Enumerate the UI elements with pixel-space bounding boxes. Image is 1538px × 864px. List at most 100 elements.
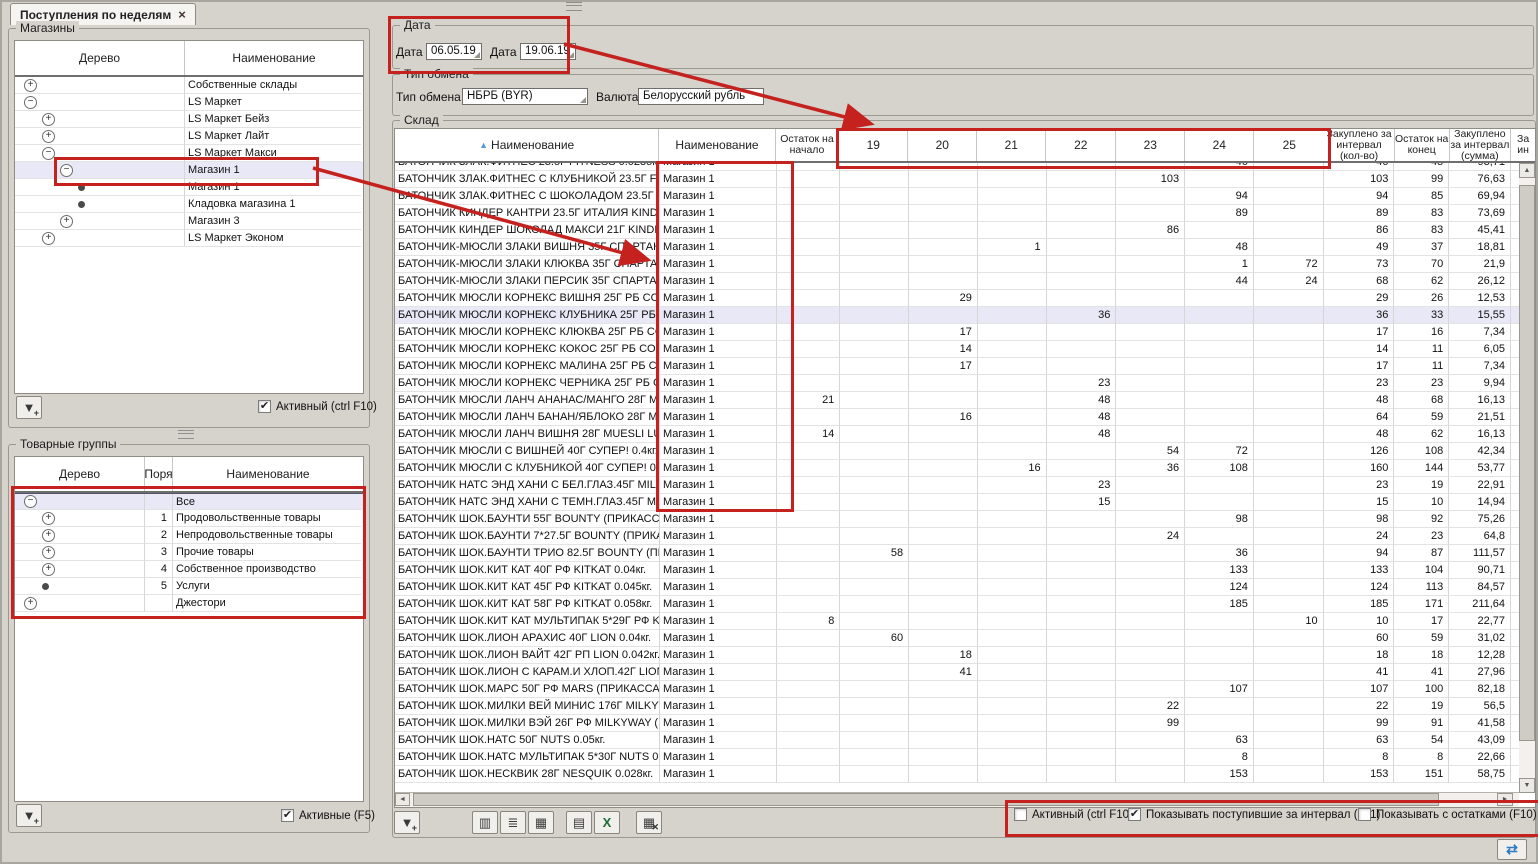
col-header-start-balance[interactable]: Остаток на начало <box>776 129 840 161</box>
group-tree-row[interactable]: +3Прочие товары <box>15 544 363 561</box>
scroll-up-button[interactable]: ▲ <box>1519 163 1535 178</box>
product-row[interactable]: БАТОНЧИК ШОК.БАУНТИ 55Г BOUNTY (ПРИКАССА… <box>395 511 1519 528</box>
product-row[interactable]: БАТОНЧИК ШОК.НЕСКВИК 28Г NESQUIK 0.028кг… <box>395 766 1519 783</box>
tab-close-icon[interactable]: × <box>178 7 186 22</box>
stores-filter-button[interactable]: ▼ + <box>16 396 42 419</box>
show-with-balances-checkbox[interactable]: Показывать с остатками (F10) <box>1358 808 1537 821</box>
top-splitter-handle[interactable] <box>566 2 582 11</box>
groups-col-order[interactable]: Поря <box>145 457 173 491</box>
product-row[interactable]: БАТОНЧИК ШОК.КИТ КАТ 45Г РФ KITKAT 0.045… <box>395 579 1519 596</box>
product-row[interactable]: БАТОНЧИК ШОК.МИЛКИ ВЭЙ 26Г РФ MILKYWAY (… <box>395 715 1519 732</box>
product-row[interactable]: БАТОНЧИК МЮСЛИ КОРНЕКС КЛЮКВА 25Г РБ COR… <box>395 324 1519 341</box>
product-row[interactable]: БАТОНЧИК ШОК.ЛИОН С КАРАМ.И ХЛОП.42Г LIO… <box>395 664 1519 681</box>
expand-icon[interactable]: + <box>42 130 55 143</box>
expand-icon[interactable]: + <box>42 563 55 576</box>
group-tree-row[interactable]: −Все <box>15 493 363 510</box>
product-row[interactable]: БАТОНЧИК ШОК.МИЛКИ ВЕЙ МИНИС 176Г MILKYW… <box>395 698 1519 715</box>
store-tree-row[interactable]: Кладовка магазина 1 <box>15 196 363 213</box>
refresh-button[interactable]: ⇄ <box>1497 839 1527 860</box>
product-row[interactable]: БАТОНЧИК МЮСЛИ КОРНЕКС ВИШНЯ 25Г РБ CORN… <box>395 290 1519 307</box>
column-setup-button[interactable]: ▥ <box>472 811 498 834</box>
expand-icon[interactable]: + <box>42 512 55 525</box>
numbered-list-button[interactable]: ≣ <box>500 811 526 834</box>
expand-icon[interactable]: + <box>42 529 55 542</box>
col-header-week-25[interactable]: 25 <box>1254 129 1324 161</box>
collapse-icon[interactable]: − <box>24 96 37 109</box>
show-received-interval-checkbox[interactable]: ✔ Показывать поступившие за интервал (F1… <box>1128 808 1380 821</box>
col-header-end-balance[interactable]: Остаток на конец <box>1395 129 1450 161</box>
product-row[interactable]: БАТОНЧИК ШОК.КИТ КАТ МУЛЬТИПАК 5*29Г РФ … <box>395 613 1519 630</box>
active-filter-checkbox[interactable]: Активный (ctrl F10) <box>1014 808 1133 821</box>
product-row[interactable]: БАТОНЧИК МЮСЛИ ЛАНЧ БАНАН/ЯБЛОКО 28Г MUE… <box>395 409 1519 426</box>
product-row[interactable]: БАТОНЧИК МЮСЛИ С КЛУБНИКОЙ 40Г СУПЕР! 0.… <box>395 460 1519 477</box>
col-header-purchased-qty[interactable]: Закуплено за интервал (кол-во) <box>1324 129 1395 161</box>
col-header-week-20[interactable]: 20 <box>908 129 977 161</box>
product-row[interactable]: БАТОНЧИК МЮСЛИ КОРНЕКС МАЛИНА 25Г РБ COR… <box>395 358 1519 375</box>
product-row[interactable]: БАТОНЧИК КИНДЕР ШОКОЛАД МАКСИ 21Г KINDER… <box>395 222 1519 239</box>
product-row[interactable]: БАТОНЧИК ЗЛАК.ФИТНЕС С ШОКОЛАДОМ 23.5Г F… <box>395 188 1519 205</box>
col-header-week-19[interactable]: 19 <box>839 129 908 161</box>
print-button[interactable]: ▤ <box>566 811 592 834</box>
expand-icon[interactable]: + <box>60 215 73 228</box>
col-header-product-name[interactable]: ▲ Наименование <box>395 129 659 161</box>
store-tree-row[interactable]: +LS Маркет Лайт <box>15 128 363 145</box>
group-tree-row[interactable]: +2Непродовольственные товары <box>15 527 363 544</box>
groups-active-checkbox[interactable]: ✔ Активные (F5) <box>281 809 375 822</box>
product-row[interactable]: БАТОНЧИК МЮСЛИ ЛАНЧ ВИШНЯ 28Г MUESLI LUN… <box>395 426 1519 443</box>
product-row[interactable]: БАТОНЧИК МЮСЛИ КОРНЕКС ЧЕРНИКА 25Г РБ CO… <box>395 375 1519 392</box>
product-row[interactable]: БАТОНЧИК ШОК.БАУНТИ ТРИО 82.5Г BOUNTY (П… <box>395 545 1519 562</box>
product-row[interactable]: БАТОНЧИК ШОК.БАУНТИ 7*27.5Г BOUNTY (ПРИК… <box>395 528 1519 545</box>
groups-col-tree[interactable]: Дерево <box>15 457 145 491</box>
product-row[interactable]: БАТОНЧИК НАТС ЭНД ХАНИ С БЕЛ.ГЛАЗ.45Г MI… <box>395 477 1519 494</box>
product-row[interactable]: БАТОНЧИК-МЮСЛИ ЗЛАКИ КЛЮКВА 35Г СПАРТАК … <box>395 256 1519 273</box>
product-row[interactable]: БАТОНЧИК ШОК.НАТС МУЛЬТИПАК 5*30Г NUTS 0… <box>395 749 1519 766</box>
clear-table-button[interactable]: ▦✕ <box>636 811 662 834</box>
panel-splitter-handle[interactable] <box>178 430 194 439</box>
filter-add-button[interactable]: ▼+ <box>394 811 420 834</box>
expand-icon[interactable]: + <box>42 232 55 245</box>
store-tree-row[interactable]: +Магазин 3 <box>15 213 363 230</box>
stores-col-name[interactable]: Наименование <box>185 41 363 75</box>
store-tree-row[interactable]: −LS Маркет <box>15 94 363 111</box>
product-row[interactable]: БАТОНЧИК ШОК.ЛИОН АРАХИС 40Г LION 0.04кг… <box>395 630 1519 647</box>
product-row[interactable]: БАТОНЧИК ЗЛАК.ФИТНЕС 23.5Г FITNESS 0.023… <box>395 163 1519 171</box>
group-tree-row[interactable]: +Джестори <box>15 595 363 612</box>
product-row[interactable]: БАТОНЧИК МЮСЛИ КОРНЕКС КЛУБНИКА 25Г РБ C… <box>395 307 1519 324</box>
product-row[interactable]: БАТОНЧИК-МЮСЛИ ЗЛАКИ ПЕРСИК 35Г СПАРТАК … <box>395 273 1519 290</box>
product-row[interactable]: БАТОНЧИК ШОК.ЛИОН ВАЙТ 42Г РП LION 0.042… <box>395 647 1519 664</box>
exchange-type-select[interactable]: НБРБ (BYR) <box>462 88 588 105</box>
expand-icon[interactable]: + <box>24 597 37 610</box>
vertical-scroll-thumb[interactable] <box>1519 185 1535 741</box>
product-row[interactable]: БАТОНЧИК НАТС ЭНД ХАНИ С ТЕМН.ГЛАЗ.45Г M… <box>395 494 1519 511</box>
date-from-input[interactable]: 06.05.19 <box>426 43 482 60</box>
store-tree-row[interactable]: +LS Маркет Бейз <box>15 111 363 128</box>
col-header-week-21[interactable]: 21 <box>977 129 1046 161</box>
product-row[interactable]: БАТОНЧИК МЮСЛИ ЛАНЧ АНАНАС/МАНГО 28Г MUE… <box>395 392 1519 409</box>
product-row[interactable]: БАТОНЧИК МЮСЛИ КОРНЕКС КОКОС 25Г РБ CORN… <box>395 341 1519 358</box>
groups-col-name[interactable]: Наименование <box>173 457 363 491</box>
group-tree-row[interactable]: +4Собственное производство <box>15 561 363 578</box>
horizontal-scrollbar[interactable]: ◄ ► <box>395 792 1519 807</box>
col-header-week-24[interactable]: 24 <box>1185 129 1254 161</box>
store-tree-row[interactable]: −Магазин 1 <box>15 162 363 179</box>
col-header-store-name[interactable]: Наименование <box>659 129 775 161</box>
group-tree-row[interactable]: +1Продовольственные товары <box>15 510 363 527</box>
expand-icon[interactable]: + <box>42 546 55 559</box>
product-row[interactable]: БАТОНЧИК МЮСЛИ С ВИШНЕЙ 40Г СУПЕР! 0.4кг… <box>395 443 1519 460</box>
product-row[interactable]: БАТОНЧИК ШОК.КИТ КАТ 40Г РФ KITKAT 0.04к… <box>395 562 1519 579</box>
group-tree-row[interactable]: 5Услуги <box>15 578 363 595</box>
product-row[interactable]: БАТОНЧИК ШОК.НАТС 50Г NUTS 0.05кг.Магази… <box>395 732 1519 749</box>
col-header-week-22[interactable]: 22 <box>1046 129 1116 161</box>
scroll-left-button[interactable]: ◄ <box>395 793 410 806</box>
horizontal-scroll-thumb[interactable] <box>413 793 1439 806</box>
vertical-scrollbar[interactable]: ▲ ▼ <box>1519 163 1535 793</box>
calculator-button[interactable]: ▦ <box>528 811 554 834</box>
product-row[interactable]: БАТОНЧИК-МЮСЛИ ЗЛАКИ ВИШНЯ 35Г СПАРТАК 0… <box>395 239 1519 256</box>
store-tree-row[interactable]: +LS Маркет Эконом <box>15 230 363 247</box>
store-tree-row[interactable]: Магазин 1 <box>15 179 363 196</box>
scroll-down-button[interactable]: ▼ <box>1519 778 1535 793</box>
currency-field[interactable]: Белорусский рубль <box>638 88 764 105</box>
stores-active-checkbox[interactable]: ✔ Активный (ctrl F10) <box>258 400 377 413</box>
collapse-icon[interactable]: − <box>24 495 37 508</box>
collapse-icon[interactable]: − <box>42 147 55 160</box>
